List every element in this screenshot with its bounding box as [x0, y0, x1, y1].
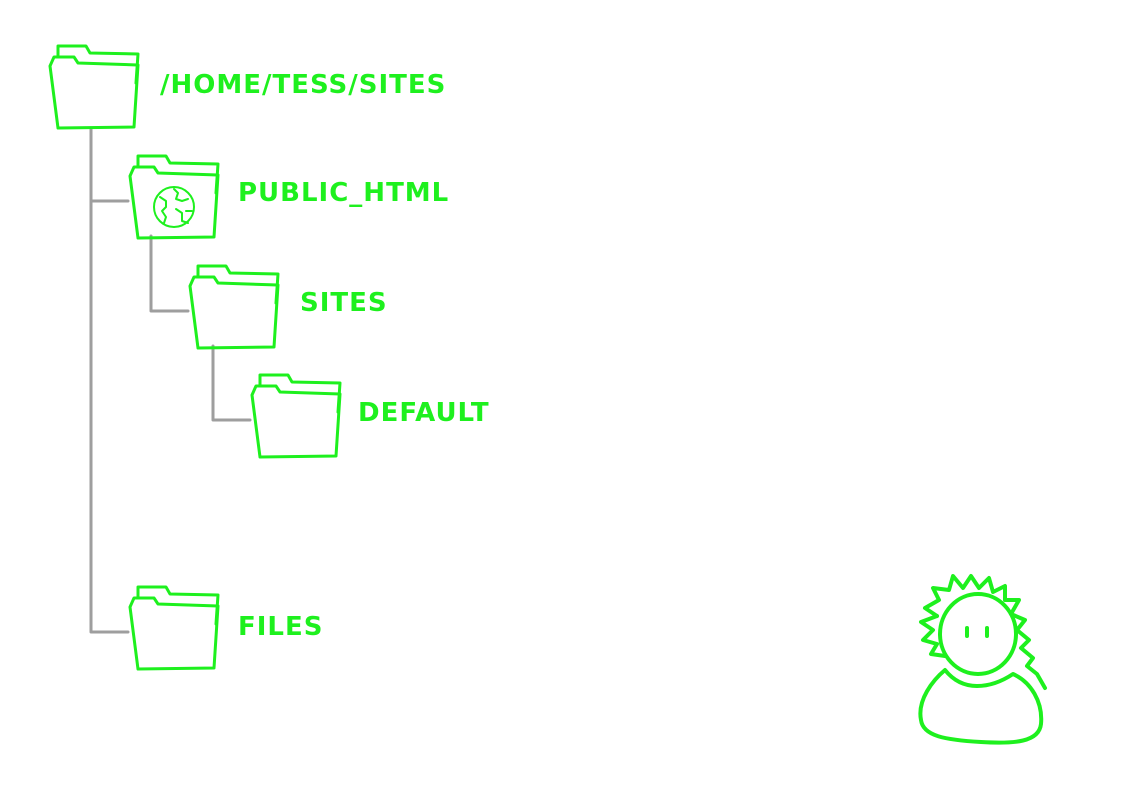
folder-icon[interactable] — [186, 263, 282, 351]
folder-label-public-html[interactable]: PUBLIC_HTML — [238, 180, 449, 206]
connector-public-html-trunk — [149, 234, 190, 313]
connector-sites-trunk — [211, 344, 252, 422]
folder-label-root[interactable]: /HOME/TESS/SITES — [160, 72, 446, 98]
folder-icon[interactable] — [248, 372, 344, 460]
globe-icon — [153, 186, 195, 228]
folder-icon[interactable] — [126, 584, 222, 672]
folder-label-sites[interactable]: SITES — [300, 290, 388, 316]
folder-tree-diagram: /HOME/TESS/SITES PUBLIC_HTML SITES DEFAU… — [0, 0, 1123, 794]
folder-icon[interactable] — [46, 43, 142, 131]
folder-label-default[interactable]: DEFAULT — [358, 400, 490, 426]
person-icon — [905, 570, 1055, 755]
connector-root — [89, 126, 130, 634]
folder-label-files[interactable]: FILES — [238, 614, 324, 640]
web-folder-icon[interactable] — [126, 153, 222, 241]
